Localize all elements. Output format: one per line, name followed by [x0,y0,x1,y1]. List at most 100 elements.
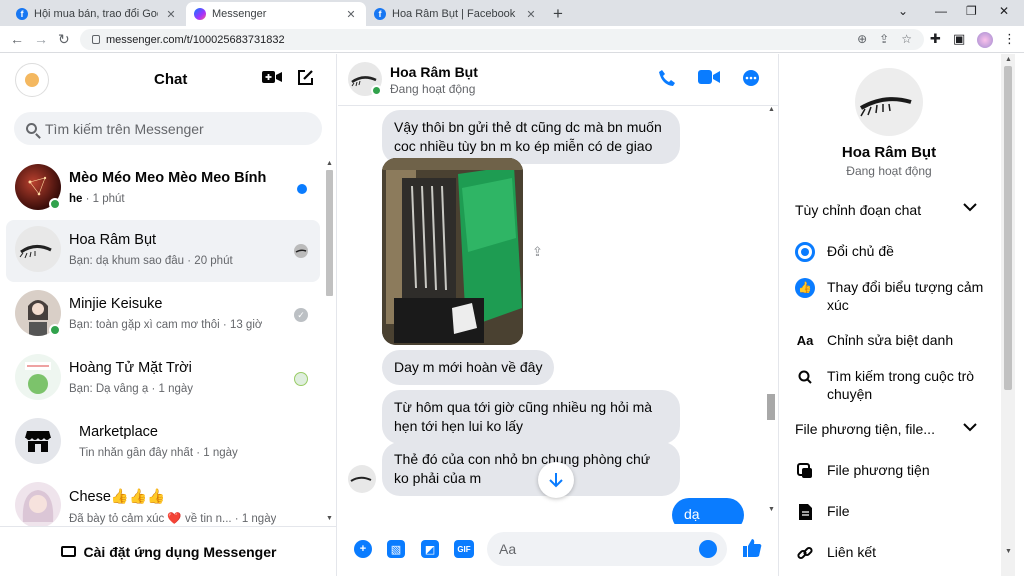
messenger-app: Chat Tìm kiếm trên Messenger Mèo Méo Meo… [0,54,1024,576]
install-app-button[interactable]: Cài đặt ứng dụng Messenger [0,526,337,576]
chevron-down-icon[interactable]: ⌄ [898,4,908,18]
file-icon [795,502,815,522]
avatar [15,354,61,400]
menu-item-change-theme[interactable]: Đổi chủ đề [795,242,995,262]
close-icon[interactable]: ✕ [524,8,538,21]
conversation-preview: Tin nhắn gần đây nhất · 1 ngày [79,447,238,459]
theme-icon [795,242,815,262]
incoming-message[interactable]: Từ hôm qua tới giờ cũng nhiều ng hỏi mà … [382,390,680,444]
close-window-button[interactable]: ✕ [999,4,1009,18]
avatar [15,482,61,526]
conversation-name: Hoa Râm Bụt [69,232,157,248]
check-icon: ✓ [294,308,308,322]
conversation-list-scrollbar[interactable]: ▲ ▼ [325,160,334,522]
message-placeholder: Aa [499,541,517,557]
zoom-icon[interactable]: ⊕ [857,32,867,46]
outgoing-message[interactable]: dạ vâng [672,498,744,524]
tab-facebook-profile[interactable]: f Hoa Râm Bụt | Facebook ✕ [366,2,546,26]
tab-messenger[interactable]: Messenger ✕ [186,2,366,26]
menu-item-files[interactable]: File [795,502,995,522]
conversation-item[interactable]: Hoa Râm Bụt Bạn: dạ khum sao đâu · 20 ph… [6,220,320,282]
share-icon[interactable]: ⇪ [532,244,546,259]
conversation-preview: he · 1 phút [69,193,125,205]
close-icon[interactable]: ✕ [164,8,178,21]
plus-icon[interactable]: + [354,540,372,558]
minimize-button[interactable]: — [935,4,947,18]
conversation-preview: Bạn: toàn gặp xì cam mơ thôi · 13 giờ [69,319,263,331]
restore-button[interactable]: ❐ [966,4,977,18]
profile-avatar[interactable] [977,32,993,48]
back-icon[interactable]: ← [10,31,24,47]
tab-facebook-group[interactable]: f Hội mua bán, trao đổi Goods Anim ✕ [8,2,186,26]
conversation-name: Hoàng Tử Mặt Trời [69,360,192,376]
sticker-icon[interactable]: ◩ [421,540,439,558]
message-scrollbar[interactable]: ▲ ▼ [766,106,776,516]
scroll-to-bottom-button[interactable] [538,462,574,498]
tab-title: Hoa Râm Bụt | Facebook [392,8,516,20]
online-indicator [49,324,61,336]
menu-item-edit-nickname[interactable]: Aa Chỉnh sửa biệt danh [795,331,995,351]
emoji-icon[interactable] [699,540,717,558]
contact-avatar-large[interactable] [855,68,923,136]
new-tab-button[interactable]: + [553,4,563,24]
contact-status: Đang hoạt động [846,164,932,178]
conversation-item[interactable]: Minjie Keisuke Bạn: toàn gặp xì cam mơ t… [6,284,320,346]
new-video-room-button[interactable] [262,69,282,89]
menu-item-search-conversation[interactable]: Tìm kiếm trong cuộc trò chuyện [795,367,995,403]
phone-icon[interactable] [658,69,676,92]
address-bar[interactable]: messenger.com/t/100025683731832 ⊕ ⇪ ☆ [80,29,924,50]
menu-item-media[interactable]: File phương tiện [795,461,995,481]
online-indicator [49,198,61,210]
contact-name: Hoa Râm Bụt [841,144,937,161]
star-icon[interactable]: ☆ [901,32,912,46]
conversation-item[interactable]: Marketplace Tin nhắn gần đây nhất · 1 ng… [6,412,320,474]
avatar [348,465,376,493]
search-icon [795,367,815,387]
menu-icon[interactable]: ⋮ [1003,31,1016,47]
my-avatar[interactable] [15,63,49,97]
conversation-name: Marketplace [79,424,158,440]
reload-icon[interactable]: ↻ [58,31,70,48]
conversation-item[interactable]: Hoàng Tử Mặt Trời Bạn: Dạ vâng ạ · 1 ngà… [6,348,320,410]
video-call-icon[interactable] [698,69,720,90]
chevron-down-icon[interactable] [963,200,977,215]
chevron-down-icon[interactable] [963,420,977,435]
message-photo[interactable] [382,158,523,345]
conversation-preview: Bạn: Dạ vâng ạ · 1 ngày [69,383,194,395]
video-add-icon [262,71,282,83]
thumbs-up-icon[interactable] [742,538,762,564]
incoming-message[interactable]: Vậy thôi bn gửi thẻ dt cũng dc mà bn muố… [382,110,680,164]
menu-item-links[interactable]: Liên kết [795,543,995,563]
tab-title: Hội mua bán, trao đổi Goods Anim [34,8,158,20]
section-media-files[interactable]: File phương tiện, file... [795,421,935,437]
messenger-icon [194,8,206,20]
message-input[interactable]: Aa [487,532,727,566]
conversation-item[interactable]: Chese👍👍👍 Đã bày tỏ cảm xúc ❤️ về tin n..… [6,476,320,526]
conversation-item[interactable]: Mèo Méo Meo Mèo Meo Bính he · 1 phút [6,158,320,220]
url-text: messenger.com/t/100025683731832 [106,33,285,46]
compose-icon [298,70,313,85]
section-customize-chat[interactable]: Tùy chỉnh đoạn chat [795,202,921,218]
info-panel-scrollbar[interactable]: ▲ ▼ [1001,54,1015,576]
image-icon[interactable]: ▧ [387,540,405,558]
incoming-message[interactable]: Day m mới hoàn về đây [382,350,555,385]
close-icon[interactable]: ✕ [344,8,358,21]
message-composer: + ▧ ◩ GIF Aa [338,524,778,576]
extensions-icon[interactable]: ✚ [930,31,941,47]
contact-name[interactable]: Hoa Râm Bụt [390,64,478,80]
message-list: Vậy thôi bn gửi thẻ dt cũng dc mà bn muố… [338,106,778,524]
forward-icon[interactable]: → [34,31,48,47]
search-icon [26,123,37,134]
more-options-icon[interactable] [742,69,760,92]
search-input[interactable]: Tìm kiếm trên Messenger [14,112,322,145]
conversation-name: Minjie Keisuke [69,296,163,312]
gif-icon[interactable]: GIF [454,540,474,558]
conversation-panel: Hoa Râm Bụt Đang hoạt động Vậy thôi bn g… [338,54,778,576]
incoming-message[interactable]: Thẻ đó của con nhỏ bn chung phòng chứ ko… [382,442,680,496]
menu-item-change-emoji[interactable]: 👍 Thay đổi biểu tượng cảm xúc [795,278,995,314]
unread-dot [297,184,307,194]
menu-item-label: File phương tiện [827,462,930,478]
share-icon[interactable]: ⇪ [879,32,889,46]
sidebar-icon[interactable]: ▣ [953,31,965,47]
new-message-button[interactable] [297,69,314,91]
